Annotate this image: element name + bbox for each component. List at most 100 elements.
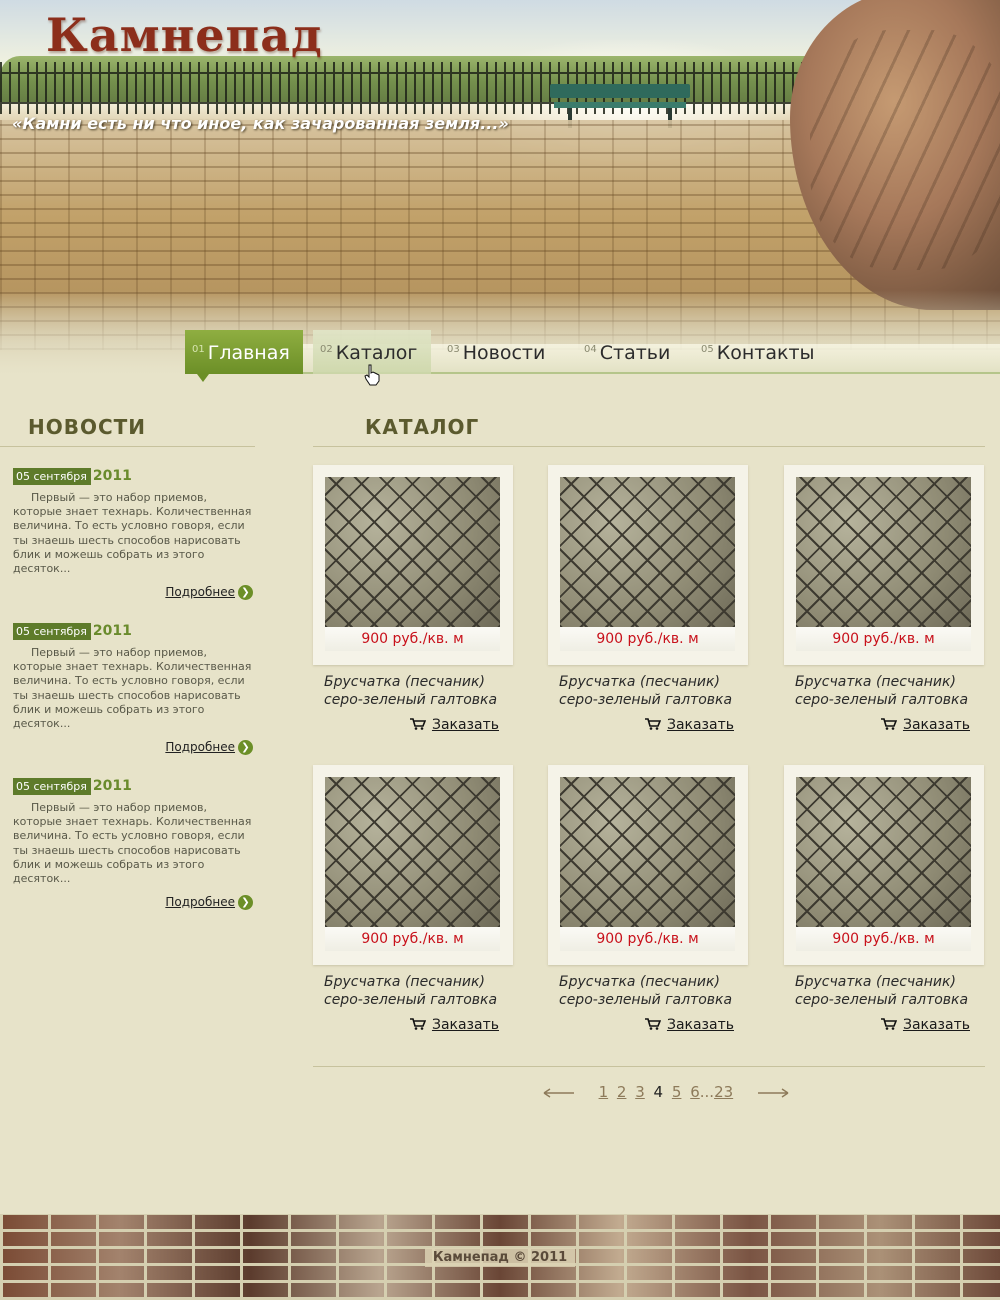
nav-item-label: Главная [207, 342, 290, 364]
catalog-section: КАТАЛОГ 900 руб./кв. м Брусчатка (песчан… [313, 415, 985, 1033]
cart-icon [644, 1018, 661, 1030]
news-text: Первый — это набор приемов, которые знае… [13, 646, 252, 731]
catalog-divider [313, 1066, 985, 1067]
paving-stone-image[interactable] [796, 477, 971, 627]
news-more-link[interactable]: Подробнее ❯ [165, 895, 253, 910]
nav-item-home[interactable]: 01 Главная [185, 330, 303, 382]
page-link[interactable]: 2 [617, 1083, 627, 1101]
news-more-link[interactable]: Подробнее ❯ [165, 740, 253, 755]
news-item: 05 сентября 2011 Первый — это набор прием… [13, 775, 253, 930]
news-date: 05 сентября 2011 [13, 620, 132, 640]
news-item: 05 сентября 2011 Первый — это набор прием… [13, 620, 253, 775]
cart-icon [409, 1018, 426, 1030]
product-name[interactable]: Брусчатка (песчаник) серо-зеленый галтовк… [324, 973, 514, 1009]
arrow-right-icon: ❯ [238, 585, 253, 600]
nav-item-number: 04 [584, 344, 597, 355]
prev-page-button[interactable] [543, 1083, 575, 1101]
order-button[interactable]: Заказать [880, 1017, 970, 1033]
paving-stone-image[interactable] [560, 477, 735, 627]
fence-decoration [0, 62, 860, 114]
next-page-button[interactable] [757, 1083, 789, 1101]
footer-copyright: Камнепад © 2011 [424, 1248, 576, 1267]
news-date-year: 2011 [92, 623, 132, 639]
arrow-right-icon: ❯ [238, 895, 253, 910]
order-label: Заказать [666, 717, 734, 733]
page-link[interactable]: 5 [672, 1083, 682, 1101]
news-text: Первый — это набор приемов, которые знае… [13, 491, 252, 576]
order-button[interactable]: Заказать [644, 717, 734, 733]
arrow-left-icon [543, 1087, 574, 1098]
news-more-link[interactable]: Подробнее ❯ [165, 585, 253, 600]
nav-item-news[interactable]: 03 Новости [447, 330, 545, 374]
nav-item-label: Статьи [599, 342, 671, 364]
news-more-label: Подробнее [165, 740, 235, 754]
news-more-label: Подробнее [165, 585, 235, 599]
product-price: 900 руб./кв. м [325, 927, 500, 951]
pagination: 1 2 3 4 5 6...23 [543, 1083, 789, 1103]
nav-item-label: Новости [462, 342, 546, 364]
product-name[interactable]: Брусчатка (песчаник) серо-зеленый галтовк… [559, 973, 749, 1009]
news-date-year: 2011 [92, 468, 132, 484]
news-date: 05 сентября 2011 [13, 465, 132, 485]
news-date-day: 05 сентября [13, 623, 91, 640]
product-card: 900 руб./кв. м Брусчатка (песчаник) серо-… [313, 765, 513, 1055]
product-price: 900 руб./кв. м [325, 627, 500, 651]
news-section-title: НОВОСТИ [0, 415, 255, 447]
paving-stone-image[interactable] [796, 777, 971, 927]
product-card: 900 руб./кв. м Брусчатка (песчаник) серо-… [548, 465, 748, 755]
last-page-link[interactable]: 23 [714, 1083, 733, 1101]
news-item: 05 сентября 2011 Первый — это набор прием… [13, 465, 253, 620]
product-card: 900 руб./кв. м Брусчатка (песчаник) серо-… [784, 765, 984, 1055]
news-sidebar: НОВОСТИ 05 сентября 2011 Первый — это наб… [0, 415, 255, 930]
hand-cursor-icon [364, 364, 380, 386]
catalog-section-title: КАТАЛОГ [313, 415, 985, 447]
paving-stone-image[interactable] [325, 777, 500, 927]
news-date-day: 05 сентября [13, 468, 91, 485]
nav-item-label: Контакты [716, 342, 815, 364]
product-price: 900 руб./кв. м [560, 627, 735, 651]
main-nav: 01 Главная 02 Каталог 03 Новости 04 Статьи 0… [185, 330, 1000, 382]
news-date-year: 2011 [92, 778, 132, 794]
product-name[interactable]: Брусчатка (песчаник) серо-зеленый галтовк… [559, 673, 749, 709]
site-logo[interactable]: Камнепад [46, 8, 323, 62]
cart-icon [409, 718, 426, 730]
product-card: 900 руб./кв. м Брусчатка (песчаник) серо-… [784, 465, 984, 755]
news-date-day: 05 сентября [13, 778, 91, 795]
order-label: Заказать [431, 1017, 499, 1033]
order-button[interactable]: Заказать [880, 717, 970, 733]
product-price: 900 руб./кв. м [796, 627, 971, 651]
paving-stone-image[interactable] [560, 777, 735, 927]
page-link[interactable]: 1 [599, 1083, 609, 1101]
news-date: 05 сентября 2011 [13, 775, 132, 795]
product-card: 900 руб./кв. м Брусчатка (песчаник) серо-… [548, 765, 748, 1055]
order-label: Заказать [902, 1017, 970, 1033]
cart-icon [880, 1018, 897, 1030]
arrow-right-icon [757, 1087, 789, 1098]
cart-icon [880, 718, 897, 730]
pagination-ellipsis: ... [699, 1083, 715, 1101]
nav-item-number: 03 [447, 344, 460, 355]
paving-stone-image[interactable] [325, 477, 500, 627]
product-price: 900 руб./кв. м [796, 927, 971, 951]
cart-icon [644, 718, 661, 730]
page-link[interactable]: 3 [635, 1083, 645, 1101]
nav-item-number: 05 [701, 344, 714, 355]
current-page: 4 [653, 1083, 664, 1101]
order-label: Заказать [666, 1017, 734, 1033]
order-label: Заказать [431, 717, 499, 733]
product-name[interactable]: Брусчатка (песчаник) серо-зеленый галтовк… [795, 673, 985, 709]
order-button[interactable]: Заказать [409, 717, 499, 733]
nav-item-articles[interactable]: 04 Статьи [584, 330, 670, 374]
nav-item-contacts[interactable]: 05 Контакты [701, 330, 815, 374]
product-card: 900 руб./кв. м Брусчатка (песчаник) серо-… [313, 465, 513, 755]
site-slogan: «Камни есть ни что иное, как зачарованна… [12, 114, 509, 133]
page-link[interactable]: 6 [690, 1083, 700, 1101]
news-text: Первый — это набор приемов, которые знае… [13, 801, 252, 886]
order-button[interactable]: Заказать [644, 1017, 734, 1033]
product-price: 900 руб./кв. м [560, 927, 735, 951]
product-name[interactable]: Брусчатка (песчаник) серо-зеленый галтовк… [324, 673, 514, 709]
news-more-label: Подробнее [165, 895, 235, 909]
product-name[interactable]: Брусчатка (песчаник) серо-зеленый галтовк… [795, 973, 985, 1009]
order-button[interactable]: Заказать [409, 1017, 499, 1033]
header-banner: Камнепад «Камни есть ни что иное, как за… [0, 0, 1000, 375]
